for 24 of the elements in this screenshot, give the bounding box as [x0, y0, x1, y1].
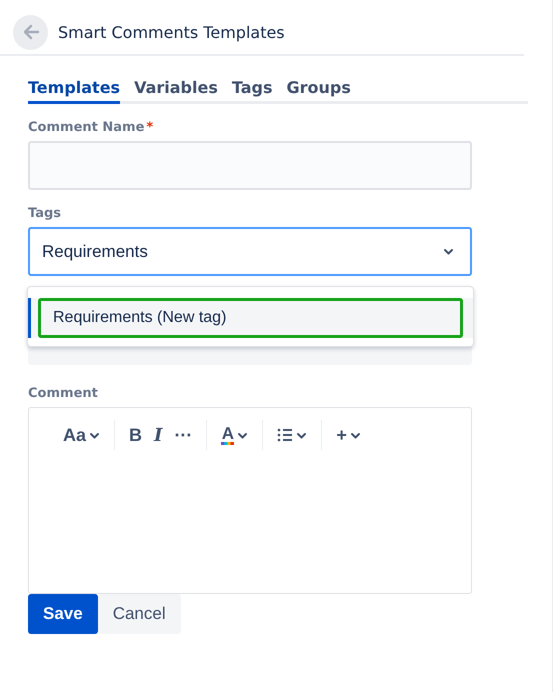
bullet-list-icon [277, 428, 294, 442]
tab[interactable]: Tags [232, 78, 272, 104]
field-label: Comment Name* [28, 120, 154, 135]
color-bar-icon [221, 442, 234, 444]
toolbar-button[interactable]: I [150, 422, 166, 448]
toolbar-button[interactable]: B [125, 422, 146, 448]
toolbar-button[interactable]: ··· [170, 422, 196, 448]
tab[interactable]: Groups [286, 78, 351, 104]
select-field[interactable]: Requirements [28, 227, 472, 276]
input-field[interactable] [28, 141, 472, 190]
field-label: Comment [28, 386, 99, 401]
toolbar-button[interactable]: A [217, 424, 252, 446]
dropdown-option[interactable]: Requirements (New tag) [38, 298, 463, 338]
comment-editor[interactable]: Aa B I ··· A + [28, 407, 472, 594]
back-button[interactable] [13, 14, 48, 50]
page-title: Smart Comments Templates [58, 22, 285, 42]
tab[interactable]: Variables [134, 78, 218, 104]
toolbar-button[interactable]: Aa [59, 422, 104, 448]
toolbar-button[interactable]: + [332, 422, 365, 448]
chevron-down-icon [443, 247, 454, 256]
tab[interactable]: Templates [28, 78, 120, 104]
save-button[interactable]: Save [28, 594, 98, 634]
field-label: Tags [28, 206, 62, 221]
cancel-button[interactable]: Cancel [98, 594, 181, 634]
